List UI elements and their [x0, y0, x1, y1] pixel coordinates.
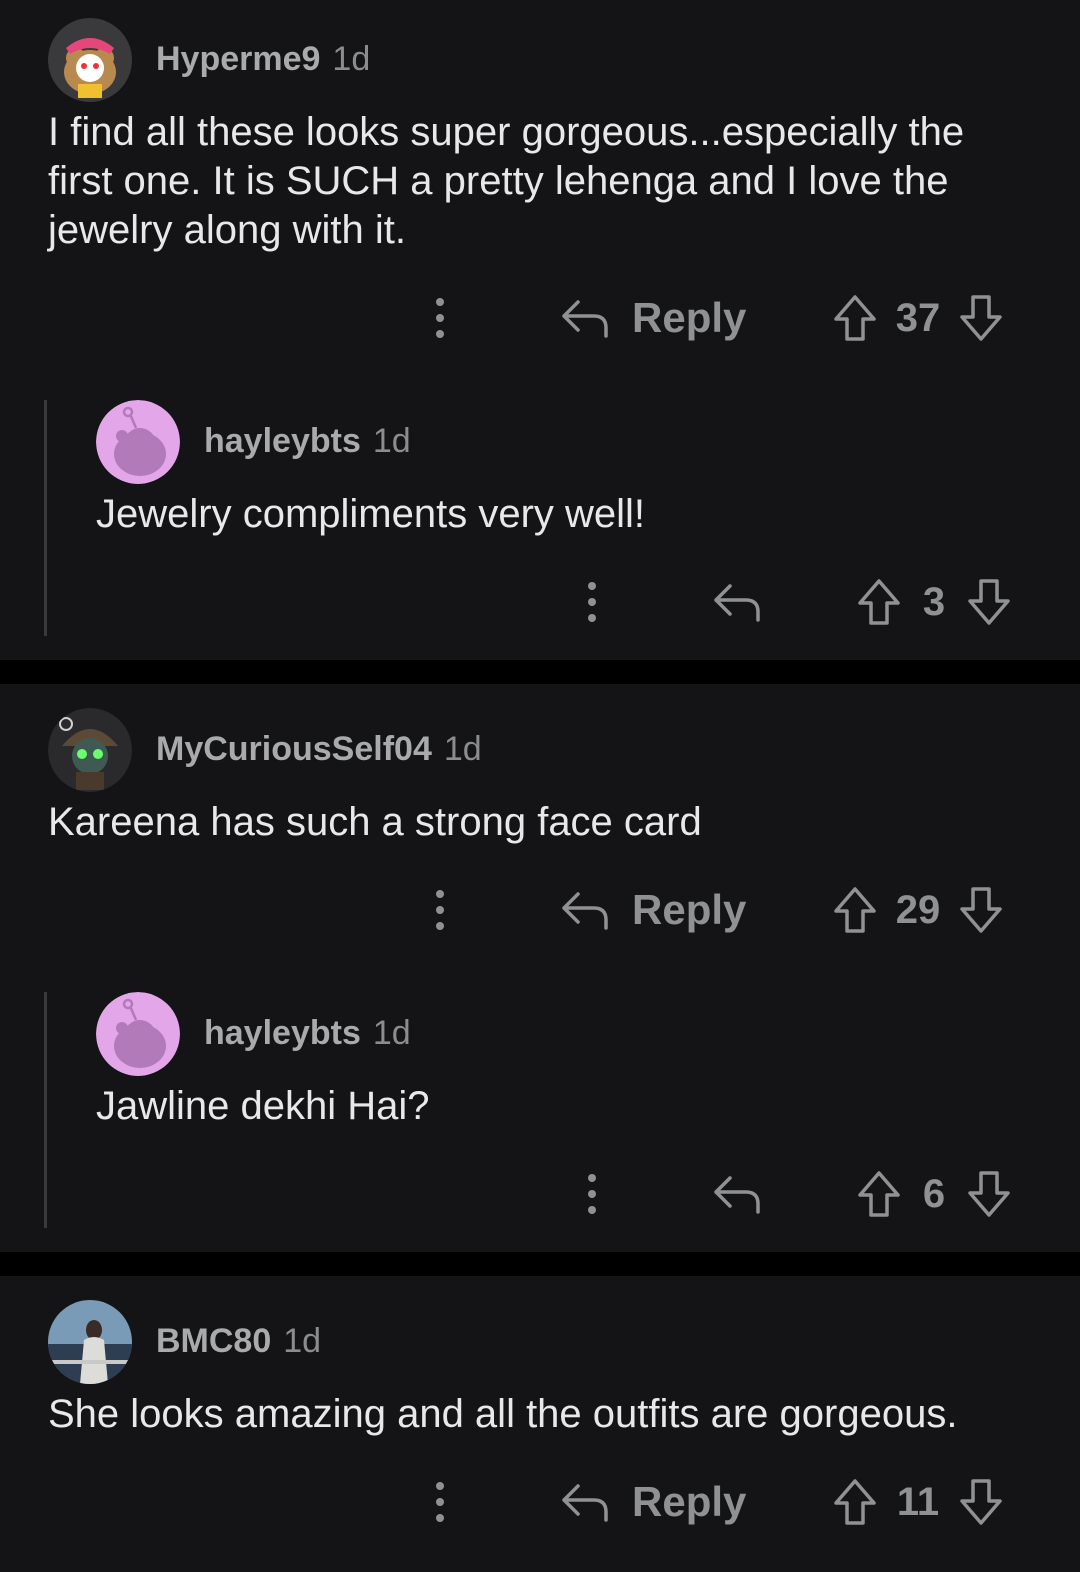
downvote-arrow-icon[interactable] — [966, 1169, 1012, 1219]
more-options-icon — [588, 582, 596, 622]
comment-meta: hayleybts 1d — [204, 1014, 411, 1053]
reply-arrow-icon — [562, 892, 608, 930]
upvote-arrow-icon[interactable] — [832, 293, 878, 343]
more-options-icon — [436, 1482, 444, 1522]
default-snoo-avatar-icon — [96, 992, 180, 1076]
vote-count: 6 — [922, 1171, 946, 1216]
comment-text: Kareena has such a strong face card — [48, 800, 702, 844]
comment-text: I find all these looks super gorgeous...… — [48, 110, 965, 252]
comment-actions: Reply 37 — [0, 288, 1080, 348]
more-options-icon — [588, 1174, 596, 1214]
reply-button[interactable]: Reply — [560, 880, 746, 940]
vote-count: 3 — [922, 579, 946, 624]
timestamp: 1d — [372, 1014, 411, 1052]
reply-label: Reply — [632, 294, 747, 341]
avatar[interactable] — [96, 400, 180, 484]
reply-label: Reply — [632, 886, 747, 933]
upvote-arrow-icon[interactable] — [856, 1169, 902, 1219]
more-options-button[interactable] — [582, 1164, 602, 1224]
comment-meta: MyCuriousSelf04 1d — [156, 730, 482, 769]
username[interactable]: hayleybts — [204, 1014, 361, 1052]
upvote-arrow-icon[interactable] — [856, 577, 902, 627]
reply-arrow-icon — [714, 584, 760, 622]
more-options-button[interactable] — [430, 880, 450, 940]
upvote-arrow-icon[interactable] — [832, 1477, 878, 1527]
vote-count: 11 — [896, 1479, 940, 1524]
vote-controls: 6 — [856, 1164, 1012, 1224]
username[interactable]: BMC80 — [156, 1322, 271, 1360]
comment-text: Jewelry compliments very well! — [96, 492, 646, 536]
reply-label: Reply — [632, 1478, 747, 1525]
avatar[interactable] — [48, 708, 132, 792]
vote-controls: 37 — [832, 288, 1004, 348]
username[interactable]: MyCuriousSelf04 — [156, 730, 432, 768]
reply-arrow-icon — [562, 300, 608, 338]
downvote-arrow-icon[interactable] — [958, 293, 1004, 343]
comment-actions: 6 — [0, 1164, 1080, 1224]
downvote-arrow-icon[interactable] — [958, 1477, 1004, 1527]
snoo-avatar-icon — [48, 18, 132, 102]
default-snoo-avatar-icon — [96, 400, 180, 484]
comment-text: Jawline dekhi Hai? — [96, 1084, 430, 1128]
reply-button[interactable] — [712, 1164, 784, 1224]
avatar[interactable] — [96, 992, 180, 1076]
vote-count: 37 — [895, 295, 941, 340]
snoo-avatar-icon — [48, 708, 132, 792]
vote-controls: 11 — [832, 1472, 1004, 1532]
more-options-icon — [436, 890, 444, 930]
reply-button[interactable]: Reply — [560, 288, 746, 348]
vote-controls: 3 — [856, 572, 1012, 632]
timestamp: 1d — [332, 40, 371, 78]
comment-meta: BMC80 1d — [156, 1322, 321, 1361]
comment-thread: BMC80 1d She looks amazing and all the ou… — [0, 1276, 1080, 1572]
timestamp: 1d — [372, 422, 411, 460]
timestamp: 1d — [283, 1322, 322, 1360]
reply-arrow-icon — [562, 1484, 608, 1522]
username[interactable]: Hyperme9 — [156, 40, 320, 78]
comment-actions: Reply 11 — [0, 1472, 1080, 1532]
downvote-arrow-icon[interactable] — [966, 577, 1012, 627]
avatar[interactable] — [48, 18, 132, 102]
more-options-icon — [436, 298, 444, 338]
comment-actions: 3 — [0, 572, 1080, 632]
user-photo-avatar-icon — [48, 1300, 132, 1384]
comment-meta: Hyperme9 1d — [156, 40, 370, 79]
timestamp: 1d — [443, 730, 482, 768]
comment-thread: MyCuriousSelf04 1d Kareena has such a str… — [0, 684, 1080, 1252]
vote-count: 29 — [895, 887, 941, 932]
vote-controls: 29 — [832, 880, 1004, 940]
reply-button[interactable] — [712, 572, 784, 632]
comment-actions: Reply 29 — [0, 880, 1080, 940]
comment-meta: hayleybts 1d — [204, 422, 411, 461]
comment-text: She looks amazing and all the outfits ar… — [48, 1392, 958, 1436]
reply-arrow-icon — [714, 1176, 760, 1214]
upvote-arrow-icon[interactable] — [832, 885, 878, 935]
avatar[interactable] — [48, 1300, 132, 1384]
more-options-button[interactable] — [430, 288, 450, 348]
more-options-button[interactable] — [582, 572, 602, 632]
reply-button[interactable]: Reply — [560, 1472, 746, 1532]
username[interactable]: hayleybts — [204, 422, 361, 460]
comment-thread: Hyperme9 1d I find all these looks super … — [0, 0, 1080, 660]
downvote-arrow-icon[interactable] — [958, 885, 1004, 935]
more-options-button[interactable] — [430, 1472, 450, 1532]
